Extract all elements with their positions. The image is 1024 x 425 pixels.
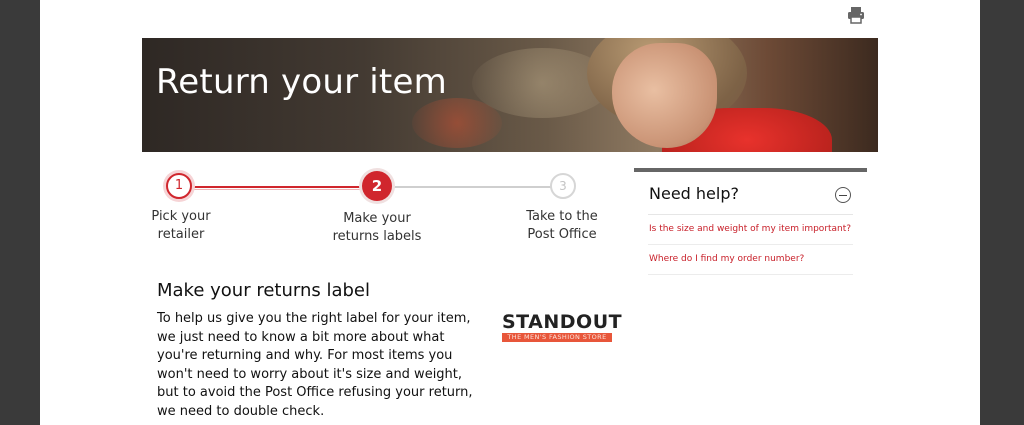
retailer-logo-tagline: THE MEN'S FASHION STORE xyxy=(502,333,612,342)
step-3-indicator: 3 xyxy=(550,173,576,199)
step-1-label[interactable]: Pick your retailer xyxy=(121,208,241,244)
help-panel-header: Need help? xyxy=(648,172,853,215)
progress-track-done xyxy=(180,186,370,188)
page-title: Return your item xyxy=(156,62,447,102)
intro-paragraph: To help us give you the right label for … xyxy=(157,311,473,419)
help-panel-title: Need help? xyxy=(649,184,739,203)
section-title: Make your returns label xyxy=(157,280,371,301)
help-link-size-weight[interactable]: Is the size and weight of my item import… xyxy=(648,215,853,245)
retailer-logo: STANDOUT THE MEN'S FASHION STORE xyxy=(502,311,623,342)
help-panel: Need help? Is the size and weight of my … xyxy=(634,168,867,275)
progress-steps: 1 2 3 Pick your retailer Make your retur… xyxy=(142,170,612,260)
hero-banner: Return your item xyxy=(142,38,878,152)
page-content: Return your item 1 2 3 Pick your retaile… xyxy=(40,0,980,425)
step-2-label: Make your returns labels xyxy=(332,211,422,244)
step-1-indicator[interactable]: 1 xyxy=(166,173,192,199)
step-3-label: Take to the Post Office xyxy=(526,209,598,242)
printer-icon[interactable] xyxy=(847,6,865,24)
retailer-logo-wordmark: STANDOUT xyxy=(502,311,623,333)
help-link-order-number[interactable]: Where do I find my order number? xyxy=(648,245,853,275)
progress-track-remaining xyxy=(390,186,565,188)
step-2-indicator: 2 xyxy=(362,171,392,201)
collapse-minus-icon[interactable] xyxy=(835,187,851,203)
